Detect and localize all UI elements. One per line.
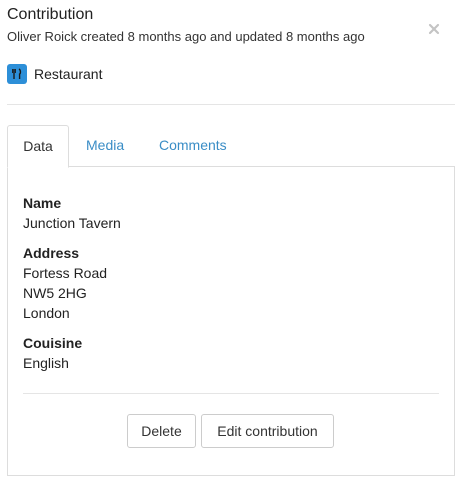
category: Restaurant [7, 64, 102, 84]
field-address-label: Address [23, 245, 80, 261]
field-name: Name Junction Tavern [23, 193, 121, 233]
close-button[interactable] [427, 22, 441, 36]
field-address-line-3: London [23, 305, 70, 321]
category-label: Restaurant [34, 66, 103, 82]
contribution-meta: Oliver Roick created 8 months ago and up… [7, 29, 365, 44]
field-name-value: Junction Tavern [23, 215, 121, 231]
tab-content-data: Name Junction Tavern Address Fortess Roa… [7, 166, 455, 476]
field-cuisine: Couisine English [23, 333, 82, 373]
tab-comments[interactable]: Comments [159, 125, 227, 166]
field-name-label: Name [23, 195, 62, 211]
restaurant-cutlery-icon [7, 64, 27, 84]
field-cuisine-label: Couisine [23, 335, 83, 351]
contribution-panel: Contribution Oliver Roick created 8 mont… [0, 0, 463, 485]
edit-contribution-button[interactable]: Edit contribution [201, 414, 334, 448]
divider [7, 104, 455, 105]
field-address-line-2: NW5 2HG [23, 285, 87, 301]
close-icon [428, 23, 440, 35]
tabs: Data Media Comments [7, 125, 455, 168]
field-address-line-1: Fortess Road [23, 265, 108, 281]
field-cuisine-value: English [23, 355, 69, 371]
page-title: Contribution [7, 6, 94, 23]
tab-media[interactable]: Media [86, 125, 124, 166]
tab-data[interactable]: Data [7, 125, 69, 168]
field-address: Address Fortess Road NW5 2HG London [23, 243, 107, 323]
delete-button[interactable]: Delete [127, 414, 196, 448]
divider [23, 393, 439, 394]
